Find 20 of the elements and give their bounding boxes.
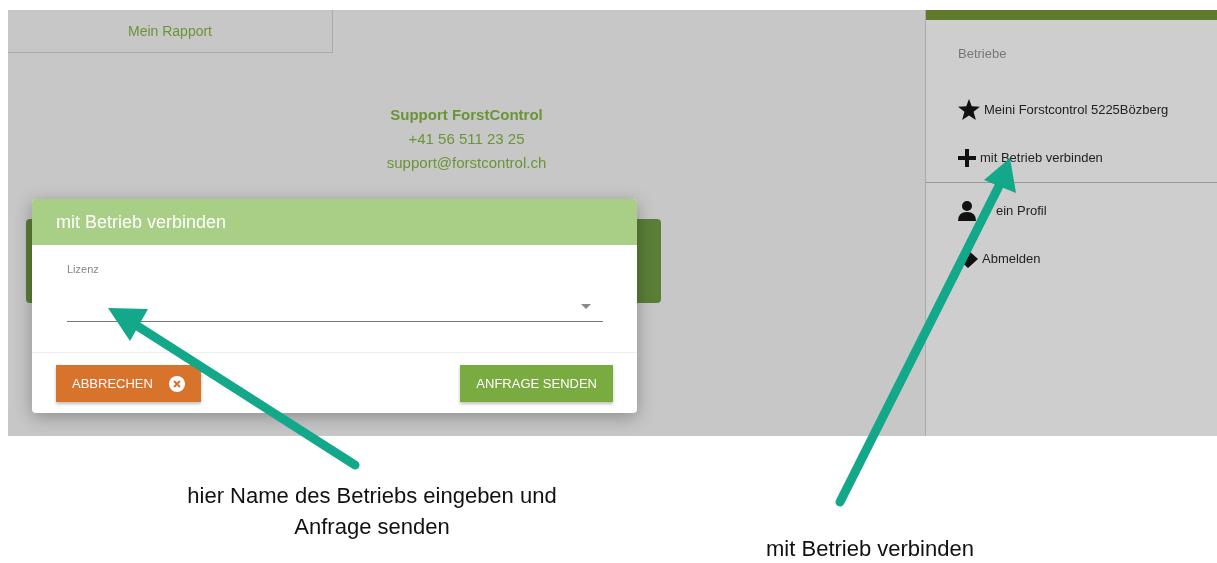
menu-item[interactable]: mit Betrieb verbinden bbox=[926, 133, 1217, 182]
menu-item[interactable]: Abmelden bbox=[926, 234, 1217, 283]
close-icon bbox=[168, 375, 185, 392]
section-title: Betriebe bbox=[958, 46, 1007, 61]
annotation-text: hier Name des Betriebs eingeben und Anfrage senden bbox=[186, 482, 558, 541]
menu-item-label: ein Profil bbox=[996, 201, 1047, 220]
star-icon bbox=[958, 99, 980, 120]
menu-item[interactable]: Meini Forstcontrol 5225Bözberg bbox=[926, 85, 1217, 134]
person-icon bbox=[958, 200, 976, 221]
annotation-text: mit Betrieb verbinden bbox=[765, 535, 975, 563]
plus-icon bbox=[958, 148, 976, 167]
menu-item-label: Meini Forstcontrol 5225Bözberg bbox=[984, 100, 1169, 119]
menu-item-label: mit Betrieb verbinden bbox=[980, 148, 1103, 167]
menu-item-label: Abmelden bbox=[982, 249, 1041, 268]
support-email: support@forstcontrol.ch bbox=[386, 154, 547, 171]
field-label: Lizenz bbox=[67, 262, 100, 277]
support-title: Support ForstControl bbox=[389, 105, 544, 125]
menu-item[interactable]: ein Profil bbox=[926, 186, 1217, 235]
dialog-title: mit Betrieb verbinden bbox=[56, 210, 227, 234]
support-phone: +41 56 511 23 25 bbox=[408, 130, 525, 147]
